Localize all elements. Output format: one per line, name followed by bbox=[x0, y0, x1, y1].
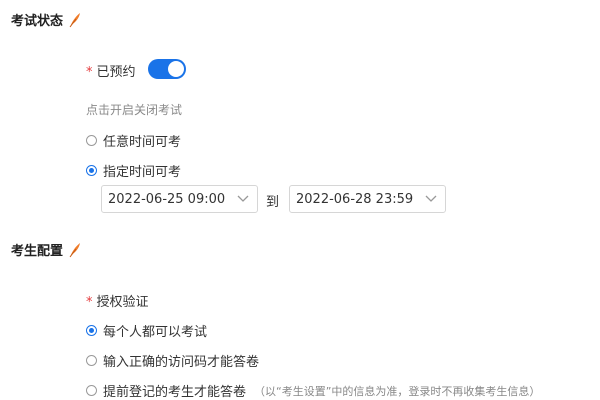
radio-button[interactable] bbox=[86, 325, 97, 336]
radio-button[interactable] bbox=[86, 385, 97, 396]
radio-scheduled-label: 指定时间可考 bbox=[103, 165, 182, 180]
feather-icon bbox=[68, 12, 82, 28]
chevron-down-icon bbox=[425, 195, 437, 202]
radio-button[interactable] bbox=[86, 165, 97, 176]
candidate-config-title: 考生配置 bbox=[11, 240, 82, 259]
exam-status-title-text: 考试状态 bbox=[11, 14, 64, 29]
start-time-select[interactable]: 2022-06-25 09:00 bbox=[101, 185, 258, 213]
end-time-select[interactable]: 2022-06-28 23:59 bbox=[289, 185, 446, 213]
radio-button[interactable] bbox=[86, 355, 97, 366]
exam-status-title: 考试状态 bbox=[11, 10, 82, 29]
radio-registered[interactable]: 提前登记的考生才能答卷 （以“考生设置”中的信息为准，登录时不再收集考生信息） bbox=[86, 381, 540, 400]
required-mark: * bbox=[86, 295, 93, 310]
exam-toggle-hint: 点击开启关闭考试 bbox=[86, 103, 183, 117]
radio-everyone-label: 每个人都可以考试 bbox=[103, 325, 208, 340]
candidate-config-title-text: 考生配置 bbox=[11, 244, 64, 259]
start-time-value: 2022-06-25 09:00 bbox=[108, 191, 226, 207]
registered-note: （以“考生设置”中的信息为准，登录时不再收集考生信息） bbox=[254, 384, 541, 398]
range-separator: 到 bbox=[266, 195, 280, 210]
chevron-down-icon bbox=[237, 195, 249, 202]
radio-everyone[interactable]: 每个人都可以考试 bbox=[86, 321, 207, 340]
toggle-knob bbox=[168, 61, 184, 77]
reservation-label-text: 已预约 bbox=[96, 65, 136, 80]
required-mark: * bbox=[86, 65, 93, 80]
end-time-value: 2022-06-28 23:59 bbox=[296, 191, 414, 207]
radio-access-code-label: 输入正确的访问码才能答卷 bbox=[103, 355, 260, 370]
radio-button[interactable] bbox=[86, 135, 97, 146]
feather-icon bbox=[68, 242, 82, 258]
reservation-toggle[interactable] bbox=[148, 59, 186, 79]
radio-scheduled[interactable]: 指定时间可考 bbox=[86, 161, 181, 180]
radio-registered-label: 提前登记的考生才能答卷 bbox=[103, 385, 247, 400]
radio-anytime[interactable]: 任意时间可考 bbox=[86, 131, 181, 150]
auth-label: * 授权验证 bbox=[86, 291, 149, 310]
auth-label-text: 授权验证 bbox=[96, 295, 149, 310]
radio-access-code[interactable]: 输入正确的访问码才能答卷 bbox=[86, 351, 259, 370]
reservation-label: * 已预约 bbox=[86, 61, 136, 80]
radio-anytime-label: 任意时间可考 bbox=[103, 135, 182, 150]
